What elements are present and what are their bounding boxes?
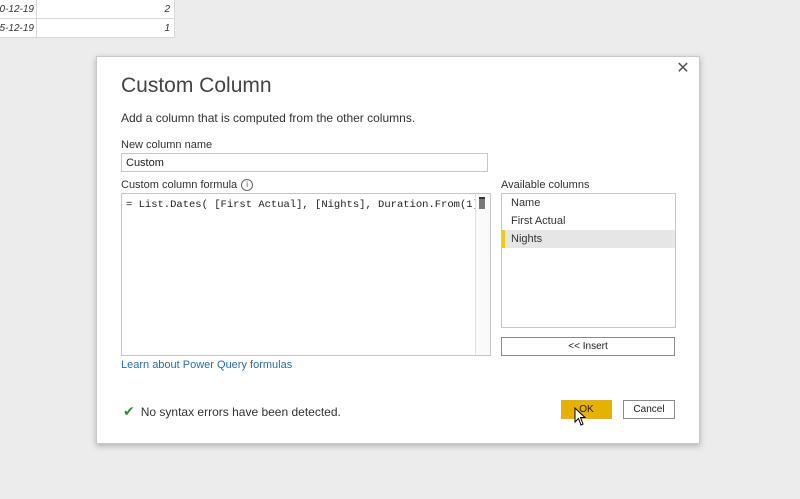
formula-scrollbar[interactable] [475, 194, 490, 355]
learn-formulas-link[interactable]: Learn about Power Query formulas [121, 359, 292, 371]
formula-text[interactable]: = List.Dates( [First Actual], [Nights], … [126, 198, 487, 211]
ok-button[interactable]: OK [561, 400, 612, 419]
table-row: 20-12-19 2 [0, 0, 175, 19]
available-columns-list: Name First Actual Nights [501, 193, 676, 328]
status-text: No syntax errors have been detected. [140, 405, 341, 419]
close-icon[interactable]: ✕ [675, 61, 691, 77]
table-cell-value: 1 [37, 19, 175, 38]
mouse-cursor-icon [574, 406, 586, 426]
syntax-status: ✔ No syntax errors have been detected. [123, 403, 341, 420]
cancel-button[interactable]: Cancel [623, 400, 675, 419]
info-icon[interactable]: i [241, 179, 254, 192]
insert-button[interactable]: << Insert [501, 337, 675, 356]
table-cell-date: 05-12-19 [0, 19, 37, 38]
dialog-subtitle: Add a column that is computed from the o… [121, 111, 416, 125]
check-icon: ✔ [123, 403, 135, 419]
list-item-name[interactable]: Name [502, 194, 675, 212]
background-table: 20-12-19 2 05-12-19 1 [0, 0, 175, 38]
table-cell-value: 2 [37, 0, 175, 19]
table-row: 05-12-19 1 [0, 19, 175, 38]
dialog-title: Custom Column [121, 74, 272, 97]
available-columns-label: Available columns [501, 179, 590, 191]
list-item-first-actual[interactable]: First Actual [502, 212, 675, 230]
formula-code: = List.Dates( [First Actual], [Nights], … [126, 198, 486, 211]
formula-editor[interactable]: = List.Dates( [First Actual], [Nights], … [121, 193, 491, 356]
new-column-name-label: New column name [121, 139, 213, 151]
table-cell-date: 20-12-19 [0, 0, 37, 19]
list-item-nights[interactable]: Nights [502, 230, 675, 248]
new-column-name-input[interactable] [121, 153, 488, 172]
scrollbar-thumb[interactable] [479, 197, 485, 209]
formula-label: Custom column formula [121, 179, 238, 191]
formula-label-row: Custom column formula i [121, 179, 254, 192]
custom-column-dialog: ✕ Custom Column Add a column that is com… [96, 56, 700, 444]
